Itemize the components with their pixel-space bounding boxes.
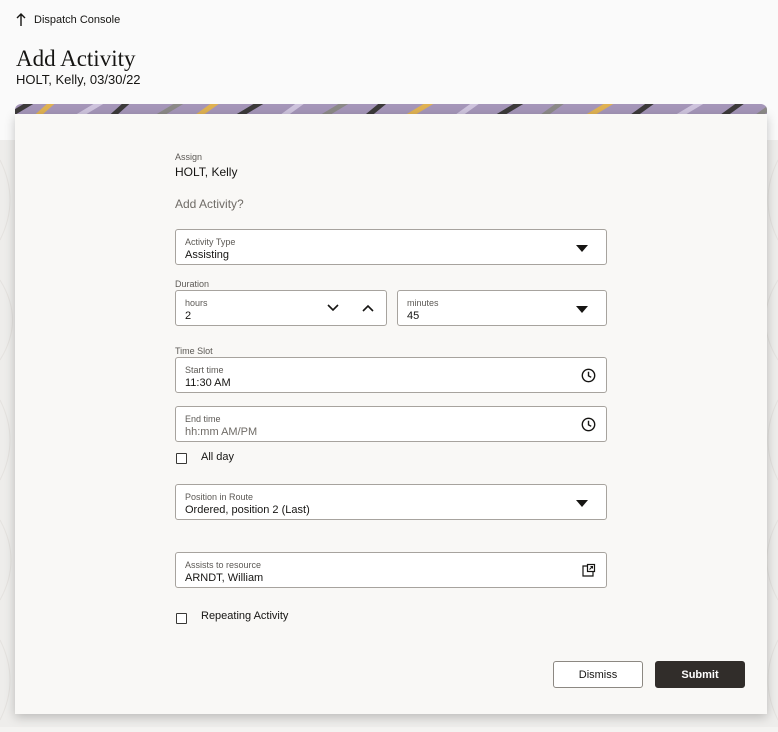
- duration-label: Duration: [175, 279, 210, 289]
- position-in-route-label: Position in Route: [185, 492, 254, 502]
- assists-to-resource-field[interactable]: Assists to resource ARNDT, William: [175, 552, 607, 588]
- caret-down-icon[interactable]: [576, 245, 588, 252]
- start-time-field[interactable]: Start time 11:30 AM: [175, 357, 607, 393]
- all-day-label: All day: [201, 451, 235, 463]
- caret-down-icon[interactable]: [576, 500, 588, 507]
- hours-value: 2: [185, 310, 192, 322]
- time-slot-label: Time Slot: [175, 346, 213, 356]
- all-day-checkbox[interactable]: [176, 453, 187, 464]
- chevron-down-icon[interactable]: [327, 304, 339, 312]
- repeating-activity-checkbox[interactable]: [176, 613, 187, 624]
- back-to-dispatch-console-link[interactable]: Dispatch Console: [16, 13, 120, 27]
- dismiss-button[interactable]: Dismiss: [553, 661, 643, 688]
- end-time-field[interactable]: End time hh:mm AM/PM: [175, 406, 607, 442]
- caret-down-icon[interactable]: [576, 306, 588, 313]
- assists-to-resource-label: Assists to resource: [185, 560, 262, 570]
- start-time-value: 11:30 AM: [185, 377, 231, 389]
- chevron-up-icon[interactable]: [362, 304, 374, 312]
- hours-stepper[interactable]: hours 2: [175, 290, 387, 326]
- assign-label: Assign: [175, 152, 203, 162]
- add-activity-prompt: Add Activity?: [175, 197, 244, 211]
- back-link-label: Dispatch Console: [34, 14, 121, 26]
- add-activity-card: Assign HOLT, Kelly Add Activity? Activit…: [15, 114, 767, 714]
- clock-icon[interactable]: [581, 417, 596, 432]
- position-in-route-value: Ordered, position 2 (Last): [185, 504, 310, 516]
- minutes-select[interactable]: minutes 45: [397, 290, 607, 326]
- activity-type-label: Activity Type: [185, 237, 236, 247]
- submit-button[interactable]: Submit: [655, 661, 745, 688]
- end-time-label: End time: [185, 414, 221, 424]
- open-external-icon[interactable]: [581, 563, 596, 578]
- start-time-label: Start time: [185, 365, 224, 375]
- hours-label: hours: [185, 298, 208, 308]
- minutes-label: minutes: [407, 298, 439, 308]
- page-subtitle: HOLT, Kelly, 03/30/22: [16, 72, 141, 87]
- repeating-activity-label: Repeating Activity: [201, 610, 289, 622]
- position-in-route-select[interactable]: Position in Route Ordered, position 2 (L…: [175, 484, 607, 520]
- assists-to-resource-value: ARNDT, William: [185, 572, 264, 584]
- minutes-value: 45: [407, 310, 420, 322]
- arrow-up-icon: [16, 13, 26, 26]
- page-title: Add Activity: [16, 46, 136, 71]
- activity-type-select[interactable]: Activity Type Assisting: [175, 229, 607, 265]
- end-time-placeholder: hh:mm AM/PM: [185, 426, 258, 438]
- activity-type-value: Assisting: [185, 249, 230, 261]
- assign-value: HOLT, Kelly: [175, 165, 238, 179]
- clock-icon[interactable]: [581, 368, 596, 383]
